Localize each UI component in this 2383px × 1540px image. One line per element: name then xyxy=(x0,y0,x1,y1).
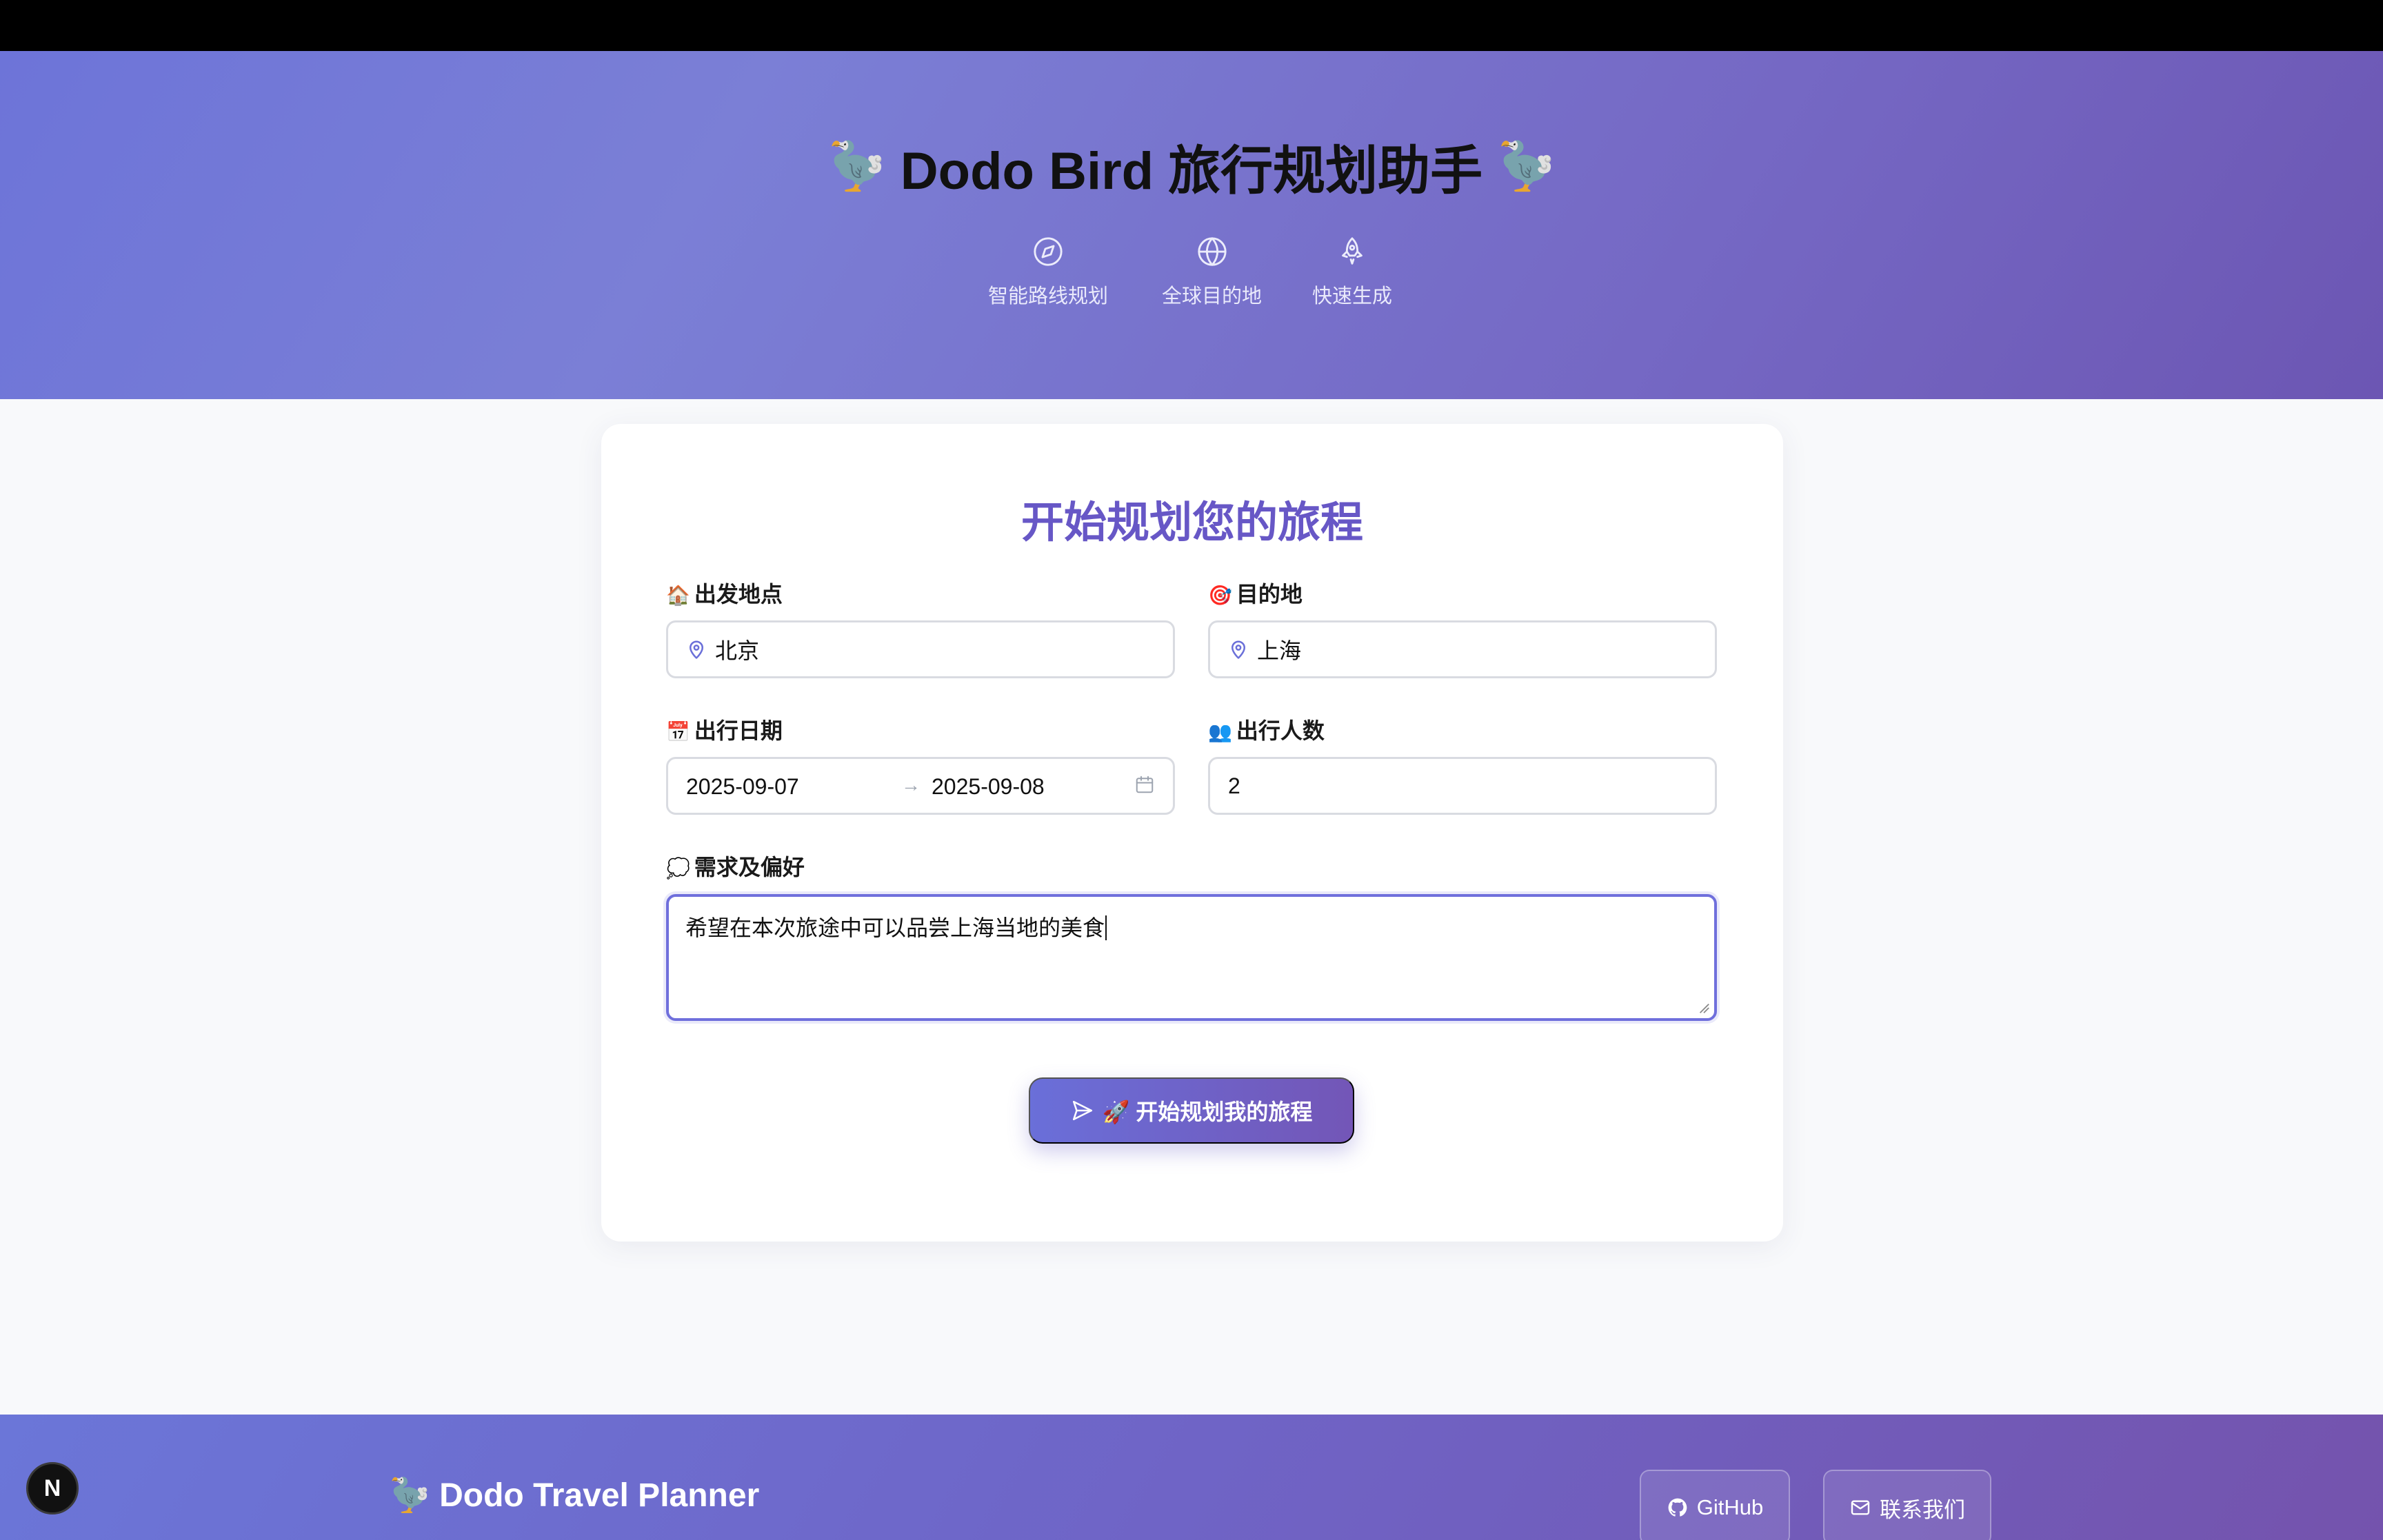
preferences-value: 希望在本次旅途中可以品尝上海当地的美食 xyxy=(685,915,1105,940)
preferences-label-text: 需求及偏好 xyxy=(694,855,805,880)
text-cursor xyxy=(1105,915,1113,940)
feature-route-planning: 智能路线规划 xyxy=(983,236,1114,309)
destination-value: 上海 xyxy=(1257,638,1302,663)
page-title: 🦤 Dodo Bird 旅行规划助手 🦤 xyxy=(0,128,2383,204)
calendar-icon[interactable] xyxy=(1134,774,1155,795)
arrow-right-icon: → xyxy=(901,774,921,796)
travelers-value: 2 xyxy=(1228,773,1240,798)
github-label: GitHub xyxy=(1696,1495,1764,1519)
footer-brand-text: Dodo Travel Planner xyxy=(439,1477,760,1514)
hero-header: 🦤 Dodo Bird 旅行规划助手 🦤 智能路线规划 全球目的地 快速生成 xyxy=(0,51,2383,399)
page-title-text: Dodo Bird 旅行规划助手 xyxy=(900,142,1483,201)
feature-label: 全球目的地 xyxy=(1161,285,1262,307)
start-date-input[interactable]: 2025-09-07 xyxy=(686,774,799,800)
browser-top-bar xyxy=(0,0,2383,51)
date-range-picker[interactable]: 2025-09-07 → 2025-09-08 xyxy=(666,757,1175,815)
footer-brand: 🦤 Dodo Travel Planner xyxy=(389,1475,759,1514)
origin-input[interactable]: 北京 xyxy=(666,620,1175,678)
location-pin-icon xyxy=(686,638,707,661)
destination-input[interactable]: 上海 xyxy=(1208,620,1717,678)
target-emoji: 🎯 xyxy=(1208,585,1232,606)
feature-global-destinations: 全球目的地 xyxy=(1155,236,1269,309)
send-icon xyxy=(1072,1100,1092,1121)
travelers-input[interactable]: 2 xyxy=(1208,757,1717,815)
dev-tools-badge[interactable]: N xyxy=(26,1462,79,1514)
preferences-textarea[interactable]: 希望在本次旅途中可以品尝上海当地的美食 xyxy=(666,894,1717,1021)
feature-label: 快速生成 xyxy=(1311,285,1392,307)
trip-form-card: 开始规划您的旅程 🏠 出发地点 北京 🎯 目的地 上海 📅 出行日期 2025-09-… xyxy=(601,424,1783,1242)
end-date-input[interactable]: 2025-09-08 xyxy=(932,774,1045,800)
start-planning-label: 🚀 开始规划我的旅程 xyxy=(1102,1100,1313,1124)
feature-fast-generation: 快速生成 xyxy=(1307,236,1398,309)
dates-label: 📅 出行日期 xyxy=(666,713,783,745)
origin-label-text: 出发地点 xyxy=(694,582,783,607)
origin-value: 北京 xyxy=(715,638,760,663)
rocket-icon xyxy=(1336,236,1368,267)
contact-us-button[interactable]: 联系我们 xyxy=(1823,1470,1991,1540)
globe-icon xyxy=(1196,236,1228,267)
dates-label-text: 出行日期 xyxy=(694,718,783,743)
calendar-emoji: 📅 xyxy=(666,721,690,742)
destination-label-text: 目的地 xyxy=(1236,582,1303,607)
footer: 🦤 Dodo Travel Planner GitHub 联系我们 xyxy=(0,1415,2383,1540)
feature-label: 智能路线规划 xyxy=(987,285,1108,307)
origin-label: 🏠 出发地点 xyxy=(666,577,783,609)
dodo-emoji: 🦤 xyxy=(827,140,886,192)
house-emoji: 🏠 xyxy=(666,585,690,606)
compass-icon xyxy=(1032,236,1064,267)
people-emoji: 👥 xyxy=(1208,721,1232,742)
github-button[interactable]: GitHub xyxy=(1640,1470,1790,1540)
github-icon xyxy=(1668,1498,1687,1517)
start-planning-button[interactable]: 🚀 开始规划我的旅程 xyxy=(1029,1077,1354,1144)
travelers-label: 👥 出行人数 xyxy=(1208,713,1325,745)
location-pin-icon xyxy=(1228,638,1249,661)
mail-icon xyxy=(1851,1500,1870,1515)
resize-handle-icon[interactable] xyxy=(1698,1002,1710,1014)
form-title: 开始规划您的旅程 xyxy=(1020,499,1363,547)
contact-us-label: 联系我们 xyxy=(1880,1497,1965,1522)
dodo-emoji: 🦤 xyxy=(1497,140,1556,192)
preferences-label: 💭 需求及偏好 xyxy=(666,850,805,882)
thought-bubble-emoji: 💭 xyxy=(666,858,690,879)
travelers-label-text: 出行人数 xyxy=(1236,718,1325,743)
dodo-emoji: 🦤 xyxy=(389,1477,430,1514)
destination-label: 🎯 目的地 xyxy=(1208,577,1303,609)
